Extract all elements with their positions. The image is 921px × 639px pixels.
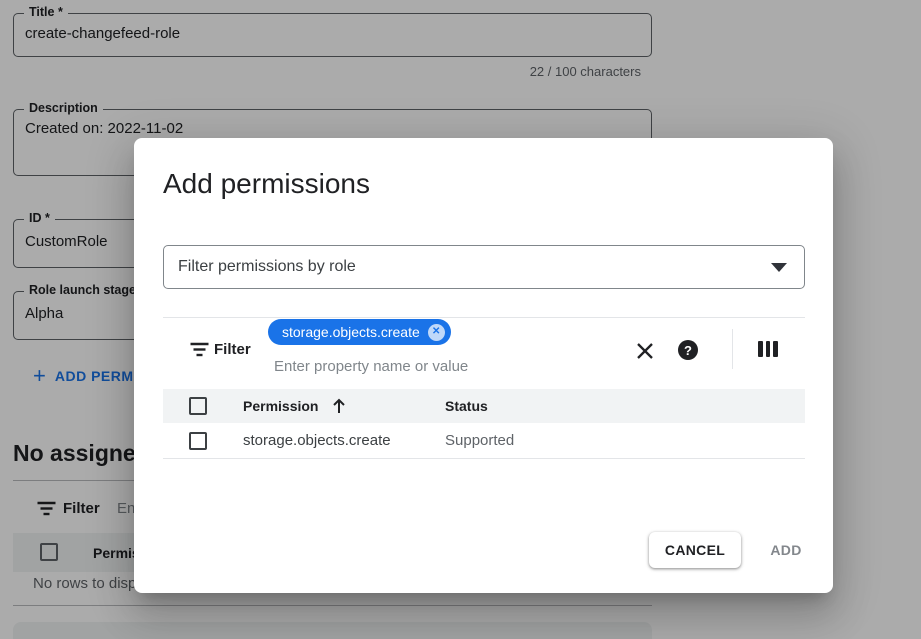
- close-icon: [635, 341, 655, 361]
- help-icon: ?: [678, 340, 698, 360]
- filter-by-role-dropdown[interactable]: Filter permissions by role: [163, 245, 805, 289]
- modal-filter-input[interactable]: Enter property name or value: [274, 358, 468, 375]
- modal-table-header: Permission Status: [163, 389, 805, 423]
- cancel-button[interactable]: CANCEL: [649, 532, 741, 568]
- permission-column-header[interactable]: Permission: [243, 398, 318, 414]
- chip-remove-icon[interactable]: ✕: [428, 324, 445, 341]
- filter-chip[interactable]: storage.objects.create ✕: [268, 319, 451, 345]
- role-editor-screen: Title * create-changefeed-role 22 / 100 …: [0, 0, 921, 639]
- sort-ascending-icon[interactable]: [332, 398, 346, 414]
- filter-by-role-dropdown-value: Filter permissions by role: [178, 258, 356, 276]
- select-all-checkbox[interactable]: [189, 397, 207, 415]
- add-button[interactable]: ADD: [756, 532, 816, 568]
- toolbar-top-divider: [163, 317, 805, 318]
- row-status: Supported: [445, 432, 514, 449]
- column-display-button[interactable]: [758, 341, 778, 357]
- toolbar-vertical-divider: [732, 329, 733, 369]
- status-column-header[interactable]: Status: [445, 398, 488, 414]
- columns-icon: [758, 341, 778, 357]
- filter-chip-label: storage.objects.create: [282, 324, 420, 340]
- clear-filter-button[interactable]: [635, 341, 655, 364]
- row-permission: storage.objects.create: [243, 432, 391, 449]
- filter-icon: [190, 342, 209, 357]
- dialog-title: Add permissions: [163, 168, 370, 200]
- modal-filter-label: Filter: [214, 341, 251, 358]
- table-row[interactable]: storage.objects.create Supported: [163, 423, 805, 459]
- chevron-down-icon: [771, 263, 787, 272]
- add-permissions-dialog: Add permissions Filter permissions by ro…: [134, 138, 833, 593]
- filter-help-button[interactable]: ?: [678, 340, 698, 360]
- row-checkbox[interactable]: [189, 432, 207, 450]
